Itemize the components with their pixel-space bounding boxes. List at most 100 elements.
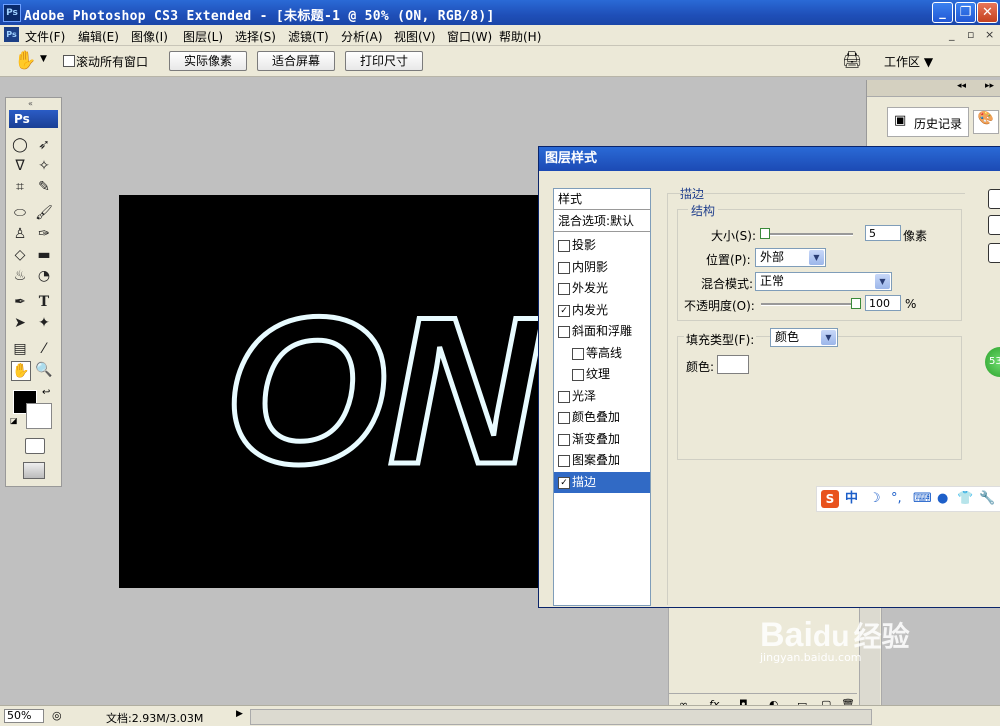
zoom-field[interactable]: 50% xyxy=(4,709,44,723)
scroll-all-windows-checkbox[interactable] xyxy=(63,55,75,67)
punctuation-icon[interactable]: °, xyxy=(891,491,902,507)
style-checkbox[interactable] xyxy=(558,261,570,274)
style-item[interactable]: 内阴影 xyxy=(554,257,650,278)
history-panel-tab[interactable]: ▣ 历史记录 xyxy=(887,107,969,137)
collapse-panel-icon[interactable]: ◂◂ xyxy=(957,81,966,91)
menu-file[interactable]: 文件(F) xyxy=(25,28,65,45)
moon-icon[interactable]: ☽ xyxy=(869,491,881,507)
gradient-tool-icon[interactable]: ▬ xyxy=(35,246,53,264)
opacity-input[interactable]: 100 xyxy=(865,295,901,311)
default-colors-icon[interactable]: ◪ xyxy=(10,416,18,425)
skin-icon[interactable]: 👕 xyxy=(957,491,973,507)
style-item[interactable]: 图案叠加 xyxy=(554,450,650,471)
position-select[interactable]: 外部 ▼ xyxy=(755,248,826,267)
brush-tool-icon[interactable]: 🖌 xyxy=(35,204,53,222)
size-input[interactable]: 5 xyxy=(865,225,901,241)
move-tool-icon[interactable]: ➶ xyxy=(35,136,53,154)
hand-tool-icon[interactable]: ✋ xyxy=(14,50,36,71)
swap-colors-icon[interactable]: ↩ xyxy=(42,387,50,398)
pen-tool-icon[interactable]: ✒ xyxy=(11,293,29,311)
sogou-logo[interactable]: S xyxy=(821,490,839,508)
zoom-tool-icon[interactable]: 🔍 xyxy=(35,361,53,379)
hand-tool-icon[interactable]: ✋ xyxy=(11,361,31,381)
chinese-mode-toggle[interactable]: 中 xyxy=(845,491,858,507)
slice-tool-icon[interactable]: ✎ xyxy=(35,178,53,196)
menu-edit[interactable]: 编辑(E) xyxy=(78,28,119,45)
menu-layer[interactable]: 图层(L) xyxy=(183,28,223,45)
status-icon[interactable]: ◎ xyxy=(52,709,62,722)
style-checkbox[interactable]: ✓ xyxy=(558,476,570,489)
shape-tool-icon[interactable]: ✦ xyxy=(35,314,53,332)
style-item[interactable]: 等高线 xyxy=(554,343,650,364)
marquee-tool-icon[interactable]: ◯ xyxy=(11,136,29,154)
style-checkbox[interactable] xyxy=(558,433,570,446)
style-item[interactable]: 渐变叠加 xyxy=(554,429,650,450)
toolbox-collapse-icon[interactable]: « xyxy=(28,99,33,108)
quick-mask-icon[interactable] xyxy=(25,438,45,454)
menu-view[interactable]: 视图(V) xyxy=(394,28,436,45)
style-item[interactable]: ✓ 内发光 xyxy=(554,300,650,321)
magic-wand-icon[interactable]: ✧ xyxy=(35,157,53,175)
eraser-tool-icon[interactable]: ◇ xyxy=(11,246,29,264)
workspace-menu[interactable]: 工作区 ▼ xyxy=(884,53,933,70)
blur-tool-icon[interactable]: ♨ xyxy=(11,267,29,285)
doc-restore-button[interactable]: ▫ xyxy=(967,28,974,41)
restore-button[interactable]: ❐ xyxy=(955,2,976,23)
floating-badge[interactable]: 53 xyxy=(985,347,1000,377)
stroke-color-swatch[interactable] xyxy=(717,355,749,374)
style-item[interactable]: 光泽 xyxy=(554,386,650,407)
new-style-button[interactable] xyxy=(988,243,1000,263)
keyboard-icon[interactable]: ⌨ xyxy=(913,491,932,507)
tool-preset-dropdown-icon[interactable]: ▼ xyxy=(40,54,47,64)
close-button[interactable]: ✕ xyxy=(977,2,998,23)
style-item[interactable]: 投影 xyxy=(554,235,650,256)
lasso-tool-icon[interactable]: ᐁ xyxy=(11,157,29,175)
style-checkbox[interactable] xyxy=(572,369,584,381)
type-tool-icon[interactable]: T xyxy=(35,293,53,311)
screen-mode-icon[interactable] xyxy=(23,462,45,479)
clone-stamp-icon[interactable]: ♙ xyxy=(11,225,29,243)
print-size-button[interactable]: 打印尺寸 xyxy=(345,51,423,71)
style-checkbox[interactable] xyxy=(572,347,584,360)
ok-button[interactable] xyxy=(988,189,1000,209)
style-checkbox[interactable] xyxy=(558,326,570,338)
menu-analysis[interactable]: 分析(A) xyxy=(341,28,383,45)
style-checkbox[interactable] xyxy=(558,283,570,295)
blend-mode-select[interactable]: 正常 ▼ xyxy=(755,272,892,291)
history-brush-icon[interactable]: ✑ xyxy=(35,225,53,243)
style-item[interactable]: 斜面和浮雕 xyxy=(554,321,650,342)
size-slider-track[interactable] xyxy=(761,233,853,236)
opacity-slider-track[interactable] xyxy=(761,303,853,306)
eyedropper-icon[interactable]: ⁄ xyxy=(35,340,53,358)
style-checkbox[interactable] xyxy=(558,455,570,467)
menu-select[interactable]: 选择(S) xyxy=(235,28,276,45)
document-canvas[interactable]: ON xyxy=(119,195,539,588)
styles-header[interactable]: 样式 xyxy=(554,189,650,210)
menu-help[interactable]: 帮助(H) xyxy=(499,28,541,45)
notes-tool-icon[interactable]: ▤ xyxy=(11,340,29,358)
status-menu-arrow-icon[interactable]: ▶ xyxy=(236,709,243,719)
blending-options-item[interactable]: 混合选项:默认 xyxy=(554,211,650,232)
healing-brush-icon[interactable]: ⬭ xyxy=(11,204,29,222)
wrench-icon[interactable]: 🔧 xyxy=(979,491,995,507)
fill-type-select[interactable]: 颜色 ▼ xyxy=(770,328,838,347)
fit-screen-button[interactable]: 适合屏幕 xyxy=(257,51,335,71)
minimize-button[interactable]: _ xyxy=(932,2,953,23)
cancel-button[interactable] xyxy=(988,215,1000,235)
menu-window[interactable]: 窗口(W) xyxy=(447,28,492,45)
opacity-slider-thumb[interactable] xyxy=(851,298,861,309)
background-color-swatch[interactable] xyxy=(26,403,52,429)
style-item[interactable]: 颜色叠加 xyxy=(554,407,650,428)
crop-tool-icon[interactable]: ⌗ xyxy=(11,178,29,196)
bridge-icon[interactable]: 🖨 xyxy=(842,50,862,69)
actual-pixels-button[interactable]: 实际像素 xyxy=(169,51,247,71)
menu-filter[interactable]: 滤镜(T) xyxy=(288,28,329,45)
menu-image[interactable]: 图像(I) xyxy=(131,28,168,45)
path-select-icon[interactable]: ➤ xyxy=(11,314,29,332)
style-checkbox[interactable] xyxy=(558,390,570,403)
doc-close-button[interactable]: × xyxy=(985,28,994,41)
style-checkbox[interactable] xyxy=(558,240,570,252)
dodge-tool-icon[interactable]: ◔ xyxy=(35,267,53,285)
size-slider-thumb[interactable] xyxy=(760,228,770,239)
horizontal-scrollbar[interactable] xyxy=(250,709,872,725)
